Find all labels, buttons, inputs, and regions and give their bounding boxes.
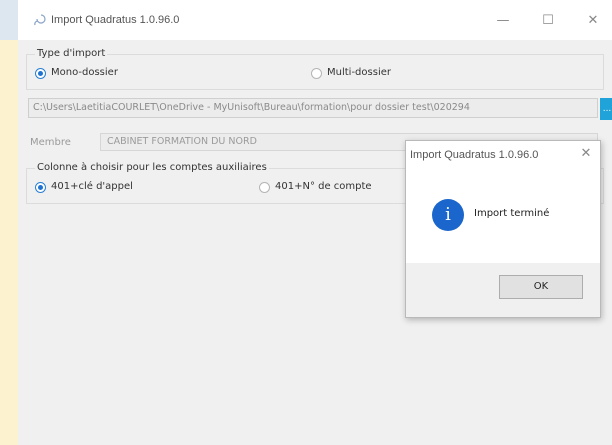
background-app-strip-top [0,0,18,40]
background-app-strip [0,0,18,445]
cle-appel-label: 401+clé d'appel [51,181,133,192]
folder-path-input[interactable]: C:\Users\LaetitiaCOURLET\OneDrive - MyUn… [28,98,598,118]
title-bar[interactable]: Import Quadratus 1.0.96.0 — ☐ ✕ [18,0,612,40]
info-icon: i [432,199,464,231]
maximize-button[interactable]: ☐ [533,10,563,32]
dialog-title: Import Quadratus 1.0.96.0 [410,149,539,161]
multi-dossier-radio[interactable] [311,68,322,79]
app-logo-icon [34,14,46,26]
import-complete-dialog: Import Quadratus 1.0.96.0 ✕ i Import ter… [405,140,601,318]
mono-dossier-radio[interactable] [35,68,46,79]
dialog-footer: OK [406,263,600,317]
browse-button[interactable]: ... [600,98,612,120]
cle-appel-radio[interactable] [35,182,46,193]
mono-dossier-label: Mono-dossier [51,67,118,78]
minimize-button[interactable]: — [488,10,518,32]
dialog-message: Import terminé [474,208,550,219]
numero-compte-radio[interactable] [259,182,270,193]
multi-dossier-label: Multi-dossier [327,67,391,78]
dialog-close-button[interactable]: ✕ [576,145,596,163]
membre-label: Membre [30,137,71,148]
colonne-legend: Colonne à choisir pour les comptes auxil… [35,162,269,173]
close-button[interactable]: ✕ [578,10,608,32]
ok-button[interactable]: OK [499,275,583,299]
numero-compte-label: 401+N° de compte [275,181,372,192]
window-title: Import Quadratus 1.0.96.0 [51,14,180,26]
type-import-group: Type d'import Mono-dossier Multi-dossier [26,48,604,90]
type-import-legend: Type d'import [35,48,108,59]
